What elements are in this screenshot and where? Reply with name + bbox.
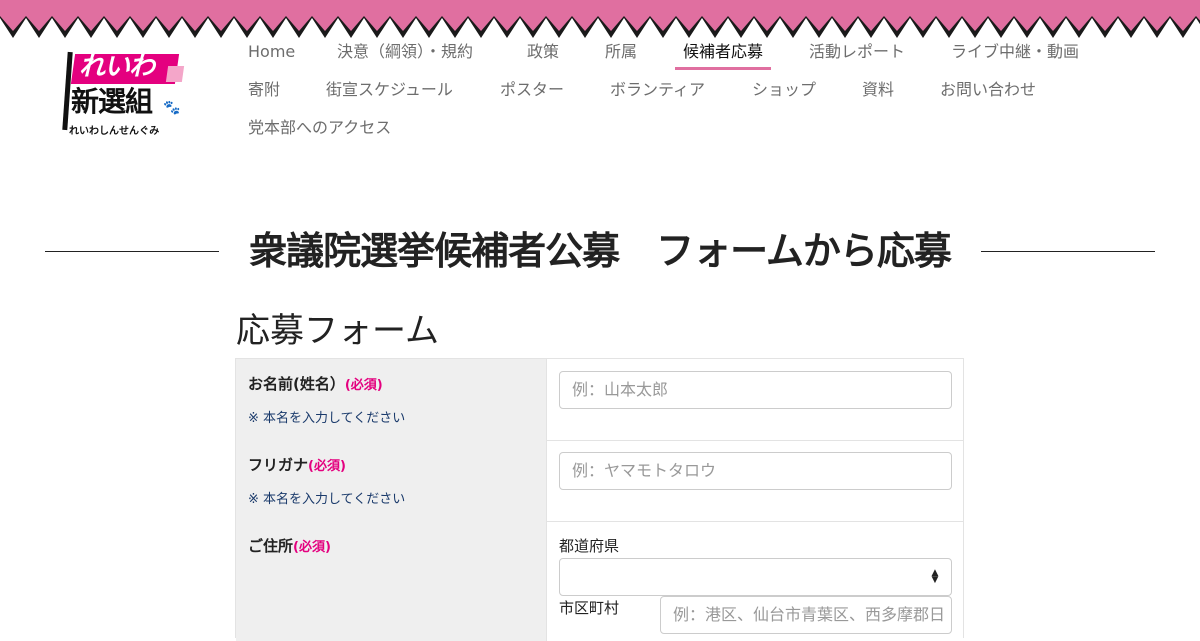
prefecture-select[interactable]: ▲ ▼ [559,558,952,596]
field-label-cell: お名前(姓名）(必須) ※ 本名を入力してください [236,359,547,440]
field-label-name: お名前(姓名） [248,375,345,393]
site-logo[interactable]: れいわ 新選組 🐾 れいわしんせんぐみ [55,51,185,137]
logo-text-2: 新選組 [71,85,153,118]
page-title-section: 衆議院選挙候補者公募 フォームから応募 [45,228,1155,274]
nav-item-live-video[interactable]: ライブ中継・動画 [951,40,1079,64]
logo-text-3: れいわしんせんぐみ [69,126,160,137]
logo-text-1: れいわ [79,52,155,82]
nav-item-members[interactable]: 所属 [605,40,637,64]
top-banner [0,0,1200,38]
field-label-cell: ご住所(必須) [236,521,547,641]
field-label-address: ご住所 [248,537,294,555]
field-label-furigana: フリガナ [248,456,309,474]
name-input[interactable]: 例：山本太郎 [559,371,952,409]
nav-item-policy[interactable]: 政策 [527,40,559,64]
page-title: 衆議院選挙候補者公募 フォームから応募 [249,229,952,273]
nav-item-hq-access[interactable]: 党本部へのアクセス [248,116,391,140]
form-title: 応募フォーム [236,311,439,351]
nav-item-street-schedule[interactable]: 街宣スケジュール [326,78,453,102]
nav-item-candidate-apply[interactable]: 候補者応募 [674,40,772,70]
field-note: ※ 本名を入力してください [248,492,406,507]
form-row-furigana: フリガナ(必須) ※ 本名を入力してください 例：ヤマモトタロウ [236,440,963,522]
field-note: ※ 本名を入力してください [248,411,406,426]
nav-item-resolution[interactable]: 決意（綱領）・規約 [337,40,473,64]
field-label: フリガナ(必須) [248,454,346,475]
prefecture-label: 都道府県 [559,537,620,555]
nav-item-volunteer[interactable]: ボランティア [610,78,705,102]
furigana-input[interactable]: 例：ヤマモトタロウ [559,452,952,490]
logo-stripe-tail [165,66,185,82]
nav-item-contact[interactable]: お問い合わせ [940,78,1036,102]
field-label-cell: フリガナ(必須) ※ 本名を入力してください [236,440,547,521]
field-label: お名前(姓名）(必須) [248,373,383,394]
nav-item-activity-report[interactable]: 活動レポート [809,40,905,64]
city-label: 市区町村 [559,599,620,617]
required-badge: (必須) [344,378,383,393]
select-arrows-icon: ▲ ▼ [931,568,939,585]
nav-item-shop[interactable]: ショップ [752,78,816,102]
form-row-address: ご住所(必須) 都道府県 ▲ ▼ 市区町村 例：港区、仙台市青葉区、西多摩郡日 [236,521,963,641]
field-label: ご住所(必須) [248,535,331,556]
nav-item-home[interactable]: Home [248,40,295,64]
nav-item-donation[interactable]: 寄附 [248,78,280,102]
nav-item-materials[interactable]: 資料 [862,78,894,102]
paw-icon: 🐾 [163,100,181,116]
required-badge: (必須) [293,540,331,555]
required-badge: (必須) [308,459,346,474]
application-form: お名前(姓名）(必須) ※ 本名を入力してください 例：山本太郎 フリガナ(必須… [235,358,964,641]
nav-item-poster[interactable]: ポスター [500,78,564,102]
form-row-name: お名前(姓名）(必須) ※ 本名を入力してください 例：山本太郎 [236,359,963,441]
city-input[interactable]: 例：港区、仙台市青葉区、西多摩郡日 [660,596,952,634]
